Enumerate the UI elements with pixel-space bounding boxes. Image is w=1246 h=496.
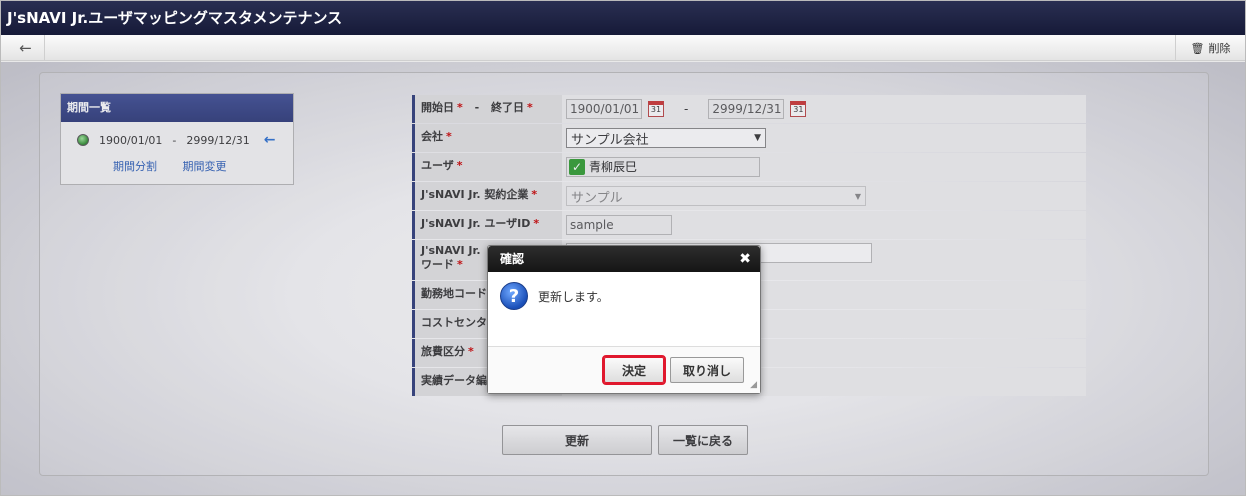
app-window: J'sNAVI Jr.ユーザマッピングマスタメンテナンス ← 🗑 削除 期間一覧… <box>0 0 1246 496</box>
dialog-title: 確認 <box>500 252 525 266</box>
ok-button[interactable]: 決定 <box>602 355 666 385</box>
cancel-button[interactable]: 取り消し <box>670 357 744 383</box>
delete-button[interactable]: 🗑 削除 <box>1175 35 1245 61</box>
delete-label: 削除 <box>1208 42 1231 55</box>
dialog-body: ? 更新します。 <box>500 282 609 310</box>
close-icon[interactable]: ✖ <box>739 246 751 272</box>
toolbar: ← 🗑 削除 <box>1 35 1245 61</box>
window-title: J'sNAVI Jr.ユーザマッピングマスタメンテナンス <box>1 1 1245 35</box>
resize-handle-icon[interactable]: ◢ <box>750 380 757 390</box>
confirm-dialog: 確認 ✖ ? 更新します。 決定 取り消し ◢ <box>487 245 761 394</box>
dialog-footer: 決定 取り消し ◢ <box>488 346 760 393</box>
dialog-message: 更新します。 <box>538 289 609 304</box>
trash-icon: 🗑 <box>1190 41 1205 55</box>
arrow-left-icon: ← <box>19 39 32 57</box>
back-button[interactable]: ← <box>7 35 45 61</box>
question-icon: ? <box>500 282 528 310</box>
dialog-header: 確認 ✖ <box>488 246 760 272</box>
